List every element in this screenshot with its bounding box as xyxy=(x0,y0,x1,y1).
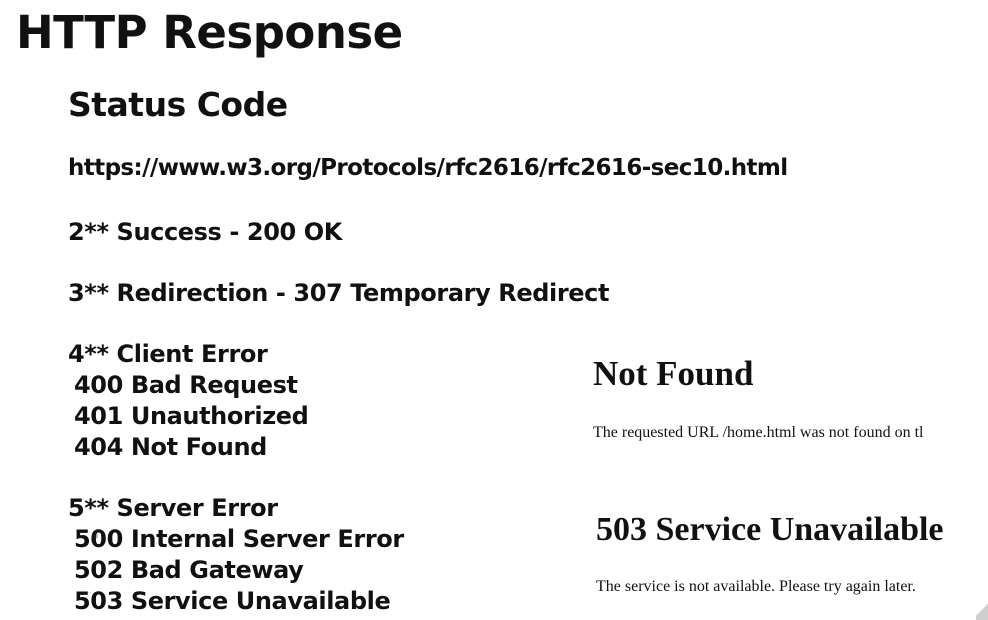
slide-subtitle: Status Code xyxy=(68,85,288,124)
page-curl-icon xyxy=(976,600,988,620)
redirection-line: 3** Redirection - 307 Temporary Redirect xyxy=(68,279,610,307)
client-error-heading: 4** Client Error xyxy=(68,340,268,368)
status-code-500: 500 Internal Server Error xyxy=(74,525,404,553)
not-found-message: The requested URL /home.html was not fou… xyxy=(593,424,924,441)
status-code-401: 401 Unauthorized xyxy=(74,402,309,430)
server-error-heading: 5** Server Error xyxy=(68,494,278,522)
status-code-502: 502 Bad Gateway xyxy=(74,556,304,584)
not-found-heading: Not Found xyxy=(593,354,754,393)
service-unavailable-page-screenshot: 503 Service Unavailable The service is n… xyxy=(570,495,988,620)
service-unavailable-message: The service is not available. Please try… xyxy=(596,578,916,595)
mouse-cursor-icon xyxy=(92,533,98,539)
service-unavailable-heading: 503 Service Unavailable xyxy=(596,511,944,548)
success-line: 2** Success - 200 OK xyxy=(68,218,342,246)
not-found-page-screenshot: Not Found The requested URL /home.html w… xyxy=(570,340,988,470)
slide-title: HTTP Response xyxy=(16,6,403,59)
status-code-503: 503 Service Unavailable xyxy=(74,587,391,615)
status-code-400: 400 Bad Request xyxy=(74,371,298,399)
slide: HTTP Response Status Code https://www.w3… xyxy=(0,0,988,620)
reference-url[interactable]: https://www.w3.org/Protocols/rfc2616/rfc… xyxy=(68,155,788,181)
status-code-404: 404 Not Found xyxy=(74,433,267,461)
